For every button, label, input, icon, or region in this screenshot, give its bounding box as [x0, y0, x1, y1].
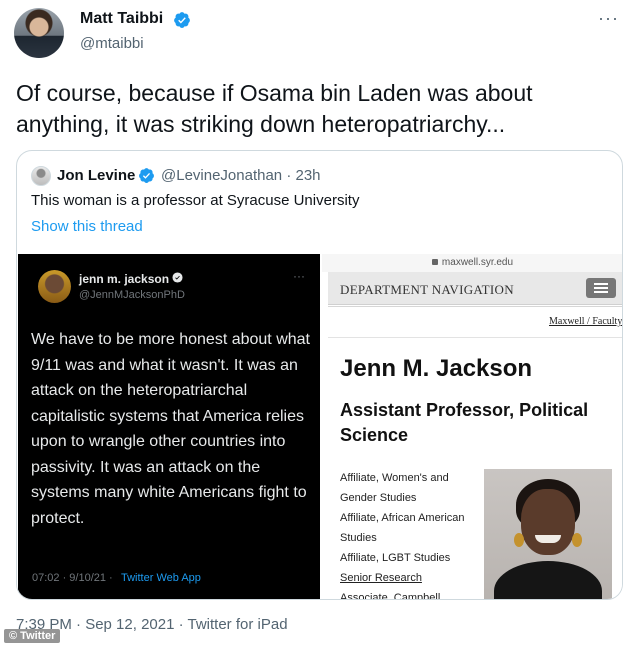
- screenshot-author-handle: @JennMJacksonPhD: [79, 289, 185, 301]
- divider: [328, 306, 622, 307]
- quoted-author-name: Jon Levine: [57, 167, 136, 184]
- quoted-author-avatar: [31, 166, 51, 186]
- author-name[interactable]: Matt Taibbi: [80, 10, 163, 28]
- screenshot-tweet-text: We have to be more honest about what 9/1…: [31, 331, 310, 527]
- faculty-affiliations: Affiliate, Women's and Gender Studies Af…: [340, 468, 480, 600]
- author-handle[interactable]: @mtaibbi: [80, 35, 144, 52]
- faculty-photo: [484, 469, 612, 599]
- faculty-page-image[interactable]: maxwell.syr.edu DEPARTMENT NAVIGATION Ma…: [322, 254, 623, 600]
- senior-research-link: Senior Research: [340, 572, 422, 584]
- screenshot-app: Twitter Web App: [121, 572, 201, 584]
- department-navigation-label: DEPARTMENT NAVIGATION: [340, 282, 514, 297]
- verified-badge-icon: [174, 12, 190, 28]
- divider: [328, 337, 622, 338]
- affiliation-item: Affiliate, African American Studies: [340, 512, 465, 544]
- affiliation-item: Affiliate, Women's and Gender Studies: [340, 472, 449, 504]
- lock-icon: [431, 259, 438, 265]
- department-navigation-bar: DEPARTMENT NAVIGATION: [328, 272, 622, 305]
- browser-url-bar: maxwell.syr.edu: [322, 254, 622, 272]
- affiliation-item: Associate, Campbell: [340, 592, 441, 600]
- screenshot-author-name: jenn m. jackson: [79, 272, 170, 286]
- tweet-screenshot-image[interactable]: jenn m. jackson @JennMJacksonPhD ··· We …: [18, 254, 320, 599]
- screenshot-more-icon: ···: [293, 269, 305, 283]
- screenshot-timestamp: 07:02 · 9/10/21 ·: [32, 572, 113, 584]
- quoted-tweet-text: This woman is a professor at Syracuse Un…: [31, 192, 360, 209]
- faculty-name: Jenn M. Jackson: [340, 355, 533, 382]
- quoted-author-handle: @LevineJonathan · 23h: [161, 167, 321, 184]
- verified-badge-icon: [139, 168, 154, 183]
- tweet-text: Of course, because if Osama bin Laden wa…: [16, 80, 533, 137]
- twitter-watermark: © Twitter: [4, 629, 61, 643]
- quoted-tweet[interactable]: Jon Levine @LevineJonathan · 23h This wo…: [16, 150, 623, 600]
- tweet-card: Matt Taibbi @mtaibbi ··· Of course, beca…: [0, 0, 634, 647]
- faculty-title: Assistant Professor, Political Science: [340, 400, 589, 445]
- author-avatar[interactable]: [14, 8, 64, 58]
- show-thread-link[interactable]: Show this thread: [31, 218, 143, 235]
- breadcrumb: Maxwell / Faculty: [549, 316, 623, 327]
- screenshot-avatar: [38, 270, 71, 303]
- hamburger-menu-icon: [586, 278, 616, 298]
- more-options-icon[interactable]: ···: [598, 8, 619, 29]
- verified-badge-icon: [172, 272, 183, 283]
- affiliation-item: Affiliate, LGBT Studies: [340, 552, 451, 564]
- page-url: maxwell.syr.edu: [441, 257, 514, 268]
